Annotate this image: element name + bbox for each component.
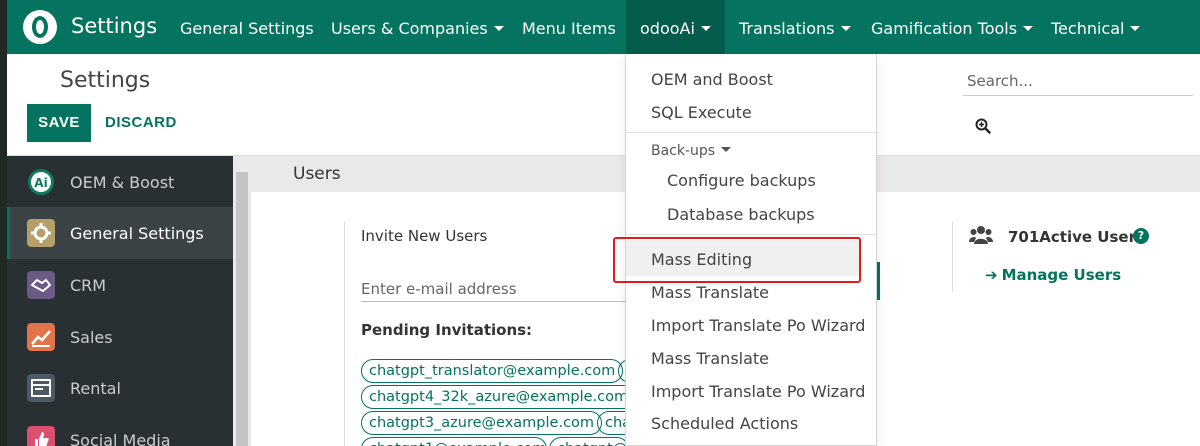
caret-down-icon: [1130, 26, 1141, 31]
divider: [344, 222, 345, 446]
menu-item-mass-translate[interactable]: Mass Translate: [651, 283, 769, 302]
menu-divider: [626, 132, 878, 133]
ai-logo-icon: Ai: [28, 169, 54, 195]
nav-general-settings[interactable]: General Settings: [166, 0, 328, 54]
email-field[interactable]: [361, 276, 626, 302]
pending-invitation-tag[interactable]: chatgpt1@example.com: [361, 437, 547, 446]
sidebar-item-label: Rental: [70, 378, 121, 398]
caret-down-icon: [840, 26, 851, 31]
settings-sidebar: Ai OEM & Boost General Settings CRM Sale…: [7, 156, 233, 446]
invite-new-users-label: Invite New Users: [361, 227, 488, 245]
manage-users-link[interactable]: ➔ Manage Users: [985, 266, 1121, 284]
sidebar-item-label: General Settings: [70, 223, 204, 243]
svg-text:Ai: Ai: [34, 176, 47, 190]
menu-item-scheduled-actions[interactable]: Scheduled Actions: [651, 414, 798, 433]
top-navbar: Settings General Settings Users & Compan…: [7, 0, 1200, 54]
highlight-annotation: [613, 237, 861, 283]
pending-invitation-tag[interactable]: chatgpt3_azure@example.com: [361, 411, 603, 435]
menu-item-import-translate-po-wizard-2[interactable]: Import Translate Po Wizard: [651, 382, 865, 401]
page-title: Settings: [60, 68, 151, 93]
pending-invitation-tag[interactable]: chatgpt@example.com: [549, 437, 629, 446]
sidebar-item-label: CRM: [70, 275, 107, 295]
caret-down-icon: [1023, 26, 1034, 31]
gear-icon: [27, 219, 55, 247]
sidebar-item-label: Sales: [70, 327, 113, 347]
sidebar-item-general-settings[interactable]: General Settings: [7, 207, 233, 259]
help-icon[interactable]: ?: [1133, 228, 1149, 244]
sidebar-item-oem-boost[interactable]: Ai OEM & Boost: [7, 156, 233, 208]
nav-odooai[interactable]: odooAi: [626, 0, 725, 54]
caret-down-icon: [721, 147, 732, 152]
arrow-right-icon: ➔: [985, 266, 998, 284]
sidebar-item-sales[interactable]: Sales: [7, 311, 233, 363]
caret-down-icon: [700, 26, 711, 31]
menu-item-configure-backups[interactable]: Configure backups: [667, 171, 816, 190]
app-title: Settings: [71, 14, 158, 38]
users-icon: [969, 226, 993, 244]
pending-invitation-tag[interactable]: chatgpt_translator@example.com: [361, 359, 624, 383]
save-button[interactable]: SAVE: [27, 104, 91, 142]
chart-icon: [27, 323, 55, 351]
sidebar-item-rental[interactable]: Rental: [7, 362, 233, 414]
nav-gamification-tools[interactable]: Gamification Tools: [857, 0, 1047, 54]
caret-down-icon: [493, 26, 504, 31]
sidebar-item-label: OEM & Boost: [70, 172, 175, 192]
divider: [952, 222, 953, 292]
nav-users-companies[interactable]: Users & Companies: [317, 0, 518, 54]
menu-item-mass-translate-2[interactable]: Mass Translate: [651, 349, 769, 368]
thumbs-up-icon: [27, 426, 55, 446]
active-users-count: 701Active Users: [1008, 228, 1145, 246]
odoo-logo-icon[interactable]: [23, 10, 57, 44]
pending-invitation-tag[interactable]: chatgpt4_32k_azure@example.com: [361, 385, 637, 409]
sidebar-scroll-thumb[interactable]: [236, 172, 248, 446]
nav-menu-items[interactable]: Menu Items: [508, 0, 630, 54]
menu-item-oem-boost[interactable]: OEM and Boost: [651, 70, 773, 89]
nav-technical[interactable]: Technical: [1037, 0, 1154, 54]
pending-invitations-label: Pending Invitations:: [361, 321, 533, 339]
window-edge: [0, 0, 7, 446]
section-title-users: Users: [293, 164, 341, 184]
menu-item-database-backups[interactable]: Database backups: [667, 205, 815, 224]
menu-header-backups[interactable]: Back-ups: [651, 143, 732, 159]
handshake-icon: [27, 271, 55, 299]
sidebar-item-label: Social Media: [70, 430, 171, 446]
discard-button[interactable]: DISCARD: [105, 104, 177, 142]
calendar-icon: [27, 374, 55, 402]
sidebar-item-crm[interactable]: CRM: [7, 259, 233, 311]
menu-divider: [626, 234, 878, 235]
search-input[interactable]: [963, 66, 1193, 96]
sidebar-item-social-media[interactable]: Social Media: [7, 414, 233, 446]
menu-item-import-translate-po-wizard[interactable]: Import Translate Po Wizard: [651, 316, 865, 335]
search-icon[interactable]: [975, 118, 991, 134]
menu-item-sql-execute[interactable]: SQL Execute: [651, 103, 752, 122]
nav-translations[interactable]: Translations: [725, 0, 865, 54]
